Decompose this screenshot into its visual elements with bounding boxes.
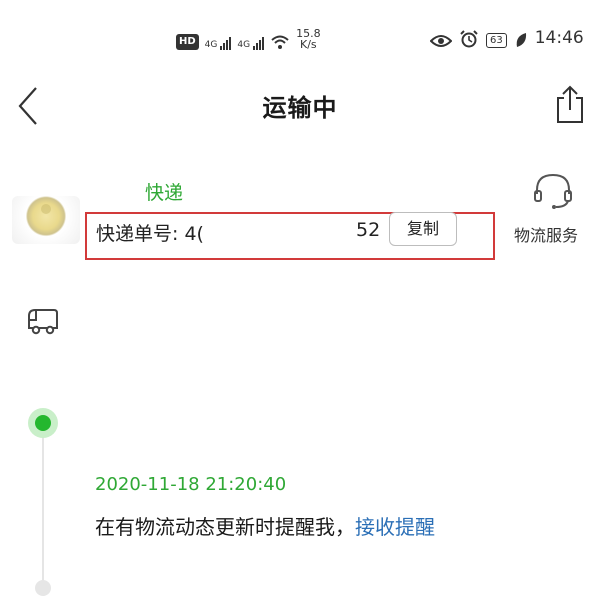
courier-name: 快递 <box>145 182 184 204</box>
receive-reminder-link[interactable]: 接收提醒 <box>355 515 435 539</box>
headset-icon[interactable] <box>532 172 574 210</box>
page-title: 运输中 <box>262 94 338 122</box>
copy-button[interactable]: 复制 <box>389 212 457 246</box>
timeline-message: 在有物流动态更新时提醒我，接收提醒 <box>95 511 435 540</box>
reminder-text: 在有物流动态更新时提醒我， <box>95 515 355 539</box>
network-speed: 15.8 K/s <box>296 27 321 51</box>
tracking-number-label: 快递单号: 4( <box>96 223 204 245</box>
network-indicators: HD 4G 4G 15.8 K/s <box>176 28 321 50</box>
eye-icon <box>430 35 452 47</box>
share-icon[interactable] <box>552 84 588 124</box>
product-thumbnail[interactable] <box>12 196 80 244</box>
wifi-icon <box>271 35 289 49</box>
logistics-service-label[interactable]: 物流服务 <box>514 222 578 246</box>
battery-icon: 63 <box>486 33 507 48</box>
status-bar: HD 4G 4G 15.8 K/s 63 14:46 <box>0 0 600 74</box>
clock: 14:46 <box>534 28 584 48</box>
leaf-icon <box>516 33 526 47</box>
alarm-icon <box>460 30 478 48</box>
tracking-number-tail: 52 <box>356 219 381 241</box>
system-indicators: 63 14:46 <box>430 28 584 48</box>
hd-badge: HD <box>176 34 199 50</box>
truck-icon <box>28 309 58 335</box>
timeline-dot <box>35 580 51 596</box>
signal-icon: 4G <box>237 37 265 50</box>
signal-icon: 4G <box>205 37 232 50</box>
redacted-area <box>226 214 354 256</box>
timeline-dot-active <box>28 408 58 438</box>
timeline-timestamp: 2020-11-18 21:20:40 <box>95 474 287 495</box>
timeline-line <box>42 436 44 586</box>
